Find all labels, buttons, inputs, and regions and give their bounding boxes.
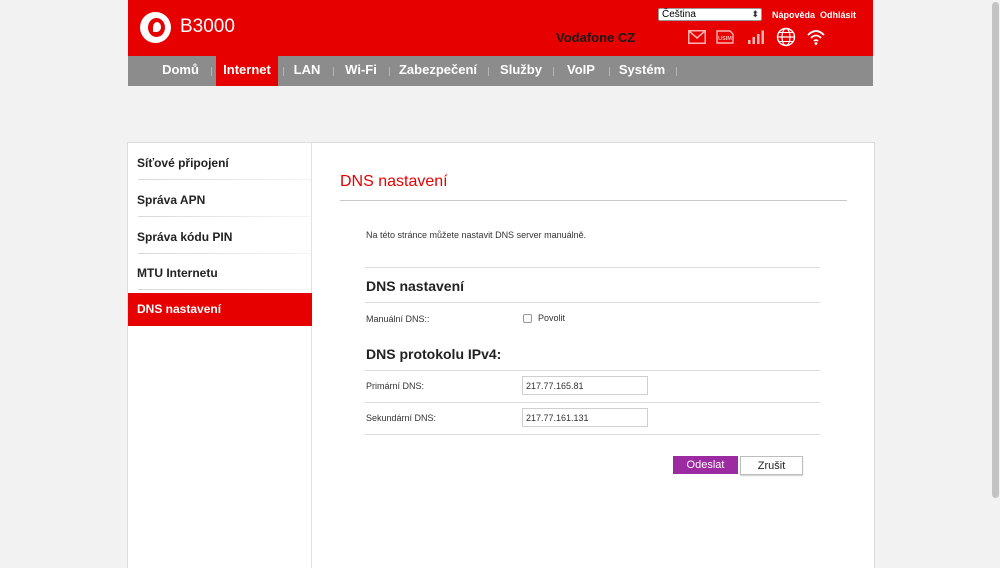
language-select-value: Čeština [662, 9, 696, 20]
nav-divider [676, 67, 677, 76]
logout-link[interactable]: Odhlásit [820, 10, 856, 20]
nav-item-voip[interactable]: VoIP [560, 56, 602, 86]
section-heading-ipv4: DNS protokolu IPv4: [366, 346, 502, 362]
nav-item-wifi[interactable]: Wi-Fi [340, 56, 382, 86]
manual-dns-option-label[interactable]: Povolit [538, 313, 565, 323]
nav-item-home[interactable]: Domů [154, 56, 207, 86]
nav-divider [609, 67, 610, 76]
sidebar-item-mtu[interactable]: MTU Internetu [128, 257, 312, 290]
header-bar: B3000 Vodafone CZ Čeština ⬍ Nápověda Odh… [128, 0, 873, 56]
help-link[interactable]: Nápověda [772, 10, 815, 20]
cancel-button[interactable]: Zrušit [740, 456, 803, 475]
nav-divider [488, 67, 489, 76]
globe-icon [776, 27, 796, 52]
content-area: DNS nastavení Na této stránce můžete nas… [313, 143, 874, 568]
nav-divider [211, 67, 212, 76]
sidebar-item-network-connection[interactable]: Síťové připojení [128, 147, 312, 180]
page-title: DNS nastavení [340, 173, 448, 190]
nav-divider [333, 67, 334, 76]
page-description: Na této stránce můžete nastavit DNS serv… [366, 230, 587, 240]
section-divider [365, 302, 820, 303]
language-select[interactable]: Čeština ⬍ [658, 8, 762, 21]
sidebar-divider [138, 179, 310, 180]
sidebar-item-apn[interactable]: Správa APN [128, 184, 312, 217]
manual-dns-label: Manuální DNS:: [366, 314, 430, 324]
nav-item-internet[interactable]: Internet [216, 56, 278, 86]
wifi-icon [806, 28, 826, 51]
nav-item-services[interactable]: Služby [496, 56, 546, 86]
operator-name: Vodafone CZ [556, 30, 636, 45]
primary-dns-input[interactable] [522, 376, 648, 395]
sidebar-divider [138, 216, 310, 217]
main-nav: Domů Internet LAN Wi-Fi Zabezpečení Služ… [128, 56, 873, 86]
sidebar-item-dns[interactable]: DNS nastavení [128, 293, 312, 326]
section-heading-dns: DNS nastavení [366, 278, 465, 294]
page-scrollbar[interactable] [991, 0, 1000, 568]
sim-card-icon: USIM [716, 30, 734, 49]
vodafone-logo-icon [140, 12, 171, 43]
envelope-icon[interactable] [688, 30, 706, 49]
section-divider [365, 370, 820, 371]
row-divider [365, 434, 820, 435]
submit-button[interactable]: Odeslat [673, 456, 738, 474]
secondary-dns-input[interactable] [522, 408, 648, 427]
row-divider [365, 402, 820, 403]
device-model: B3000 [180, 16, 235, 37]
sim-card-label: USIM [718, 36, 732, 42]
title-divider [340, 200, 847, 201]
main-panel: Síťové připojení Správa APN Správa kódu … [127, 142, 875, 568]
nav-item-system[interactable]: Systém [616, 56, 668, 86]
manual-dns-checkbox[interactable] [523, 314, 532, 323]
chevron-down-icon: ⬍ [751, 9, 759, 19]
secondary-dns-label: Sekundární DNS: [366, 413, 437, 423]
sidebar-item-pin[interactable]: Správa kódu PIN [128, 221, 312, 254]
signal-strength-icon [747, 30, 765, 49]
sidebar-divider [138, 253, 310, 254]
nav-item-security[interactable]: Zabezpečení [396, 56, 480, 86]
nav-item-lan[interactable]: LAN [288, 56, 326, 86]
nav-divider [553, 67, 554, 76]
scrollbar-thumb[interactable] [992, 2, 999, 498]
sidebar-divider [138, 289, 310, 290]
primary-dns-label: Primární DNS: [366, 381, 425, 391]
nav-divider [389, 67, 390, 76]
section-divider [365, 267, 820, 268]
sidebar: Síťové připojení Správa APN Správa kódu … [128, 143, 312, 568]
nav-divider [283, 67, 284, 76]
